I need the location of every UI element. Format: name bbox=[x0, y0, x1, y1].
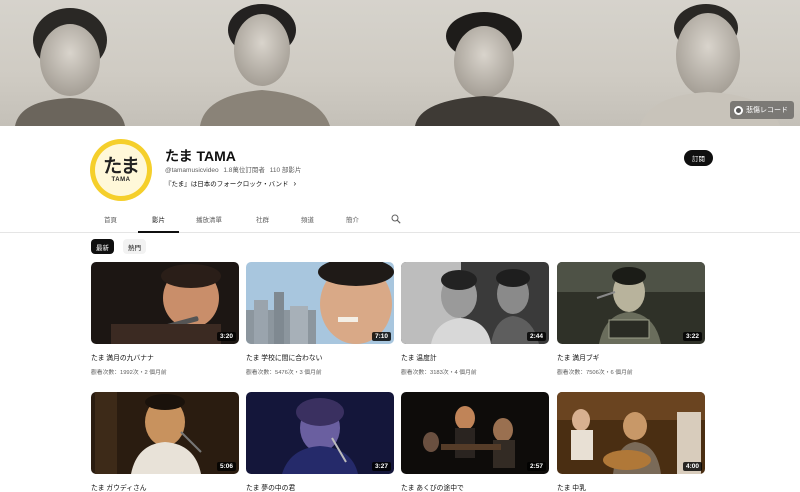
tab-home[interactable]: 首頁 bbox=[104, 206, 117, 232]
video-duration: 3:20 bbox=[216, 332, 236, 341]
video-title[interactable]: たま ガウディさん bbox=[91, 482, 239, 492]
video-meta: 觀看次數：3183次・4 個月前 bbox=[401, 370, 477, 376]
tab-videos[interactable]: 影片 bbox=[138, 206, 179, 233]
chevron-right-icon: › bbox=[293, 178, 297, 188]
video-thumbnail[interactable]: 5:06 bbox=[91, 392, 239, 474]
video-duration: 3:22 bbox=[682, 332, 702, 341]
chip-popular[interactable]: 熱門 bbox=[123, 239, 146, 254]
video-meta: 觀看次數：1992次・2 個月前 bbox=[91, 370, 167, 376]
video-meta: 觀看次數：5476次・3 個月前 bbox=[246, 370, 322, 376]
tab-playlists[interactable]: 播放清單 bbox=[196, 206, 222, 232]
banner-photo bbox=[15, 4, 780, 126]
video-duration: 5:06 bbox=[216, 462, 236, 471]
video-title[interactable]: たま 満月ブギ bbox=[557, 352, 705, 362]
channel-description[interactable]: 『たま』は日本のフォークロック・バンド › bbox=[165, 178, 297, 189]
channel-avatar[interactable]: たま TAMA bbox=[90, 139, 152, 201]
video-duration: 3:27 bbox=[371, 462, 391, 471]
video-duration: 2:44 bbox=[526, 332, 546, 341]
video-thumbnail[interactable]: 3:22 bbox=[557, 262, 705, 344]
record-icon bbox=[734, 105, 743, 115]
video-title[interactable]: たま 夢の中の君 bbox=[246, 482, 394, 492]
channel-video-count: 110 部影片 bbox=[269, 167, 302, 174]
video-title[interactable]: たま 学校に間に合わない bbox=[246, 352, 394, 362]
avatar-logo: たま TAMA bbox=[95, 144, 147, 196]
video-thumbnail[interactable]: 3:27 bbox=[246, 392, 394, 474]
avatar-logo-text: たま bbox=[103, 156, 139, 177]
avatar-logo-sub: TAMA bbox=[111, 177, 131, 183]
channel-subscribers: 1.8萬位訂閱者 bbox=[223, 167, 265, 174]
video-card[interactable]: 3:27 たま 夢の中の君 bbox=[246, 392, 394, 492]
video-title[interactable]: たま 温度計 bbox=[401, 352, 549, 362]
channel-handle: @tamamusicvideo bbox=[165, 167, 219, 174]
video-thumbnail[interactable]: 7:10 bbox=[246, 262, 394, 344]
video-title[interactable]: たま 中乳 bbox=[557, 482, 705, 492]
chip-latest[interactable]: 最新 bbox=[91, 239, 114, 254]
tab-community[interactable]: 社群 bbox=[256, 206, 269, 232]
subscribe-button[interactable]: 訂閱 bbox=[684, 150, 713, 166]
tab-about[interactable]: 簡介 bbox=[346, 206, 359, 232]
video-card[interactable]: 2:44 たま 温度計 觀看次數：3183次・4 個月前 bbox=[401, 262, 549, 376]
channel-meta: @tamamusicvideo 1.8萬位訂閱者 110 部影片 bbox=[165, 164, 304, 174]
video-card[interactable]: 4:00 たま 中乳 bbox=[557, 392, 705, 492]
video-thumbnail[interactable]: 4:00 bbox=[557, 392, 705, 474]
video-duration: 7:10 bbox=[371, 332, 391, 341]
video-thumbnail[interactable]: 3:20 bbox=[91, 262, 239, 344]
banner-link[interactable]: 悲傷レコード bbox=[730, 101, 794, 119]
video-thumbnail[interactable]: 2:44 bbox=[401, 262, 549, 344]
channel-description-text: 『たま』は日本のフォークロック・バンド bbox=[165, 181, 289, 188]
video-duration: 4:00 bbox=[682, 462, 702, 471]
channel-tabs: 首頁 影片 播放清單 社群 頻道 簡介 bbox=[0, 206, 800, 233]
video-card[interactable]: 5:06 たま ガウディさん bbox=[91, 392, 239, 492]
banner-link-label: 悲傷レコード bbox=[746, 107, 788, 114]
video-thumbnail[interactable]: 2:57 bbox=[401, 392, 549, 474]
tab-channels[interactable]: 頻道 bbox=[301, 206, 314, 232]
video-meta: 觀看次數：7506次・6 個月前 bbox=[557, 370, 633, 376]
channel-banner: 悲傷レコード bbox=[0, 0, 800, 126]
video-card[interactable]: 3:20 たま 満月の九バナナ 觀看次數：1992次・2 個月前 bbox=[91, 262, 239, 376]
video-card[interactable]: 3:22 たま 満月ブギ 觀看次數：7506次・6 個月前 bbox=[557, 262, 705, 376]
channel-name: たま TAMA bbox=[165, 148, 236, 164]
video-title[interactable]: たま あくびの途中で bbox=[401, 482, 549, 492]
video-duration: 2:57 bbox=[526, 462, 546, 471]
video-card[interactable]: 2:57 たま あくびの途中で bbox=[401, 392, 549, 492]
video-card[interactable]: 7:10 たま 学校に間に合わない 觀看次數：5476次・3 個月前 bbox=[246, 262, 394, 376]
search-icon[interactable] bbox=[391, 214, 401, 224]
video-title[interactable]: たま 満月の九バナナ bbox=[91, 352, 239, 362]
